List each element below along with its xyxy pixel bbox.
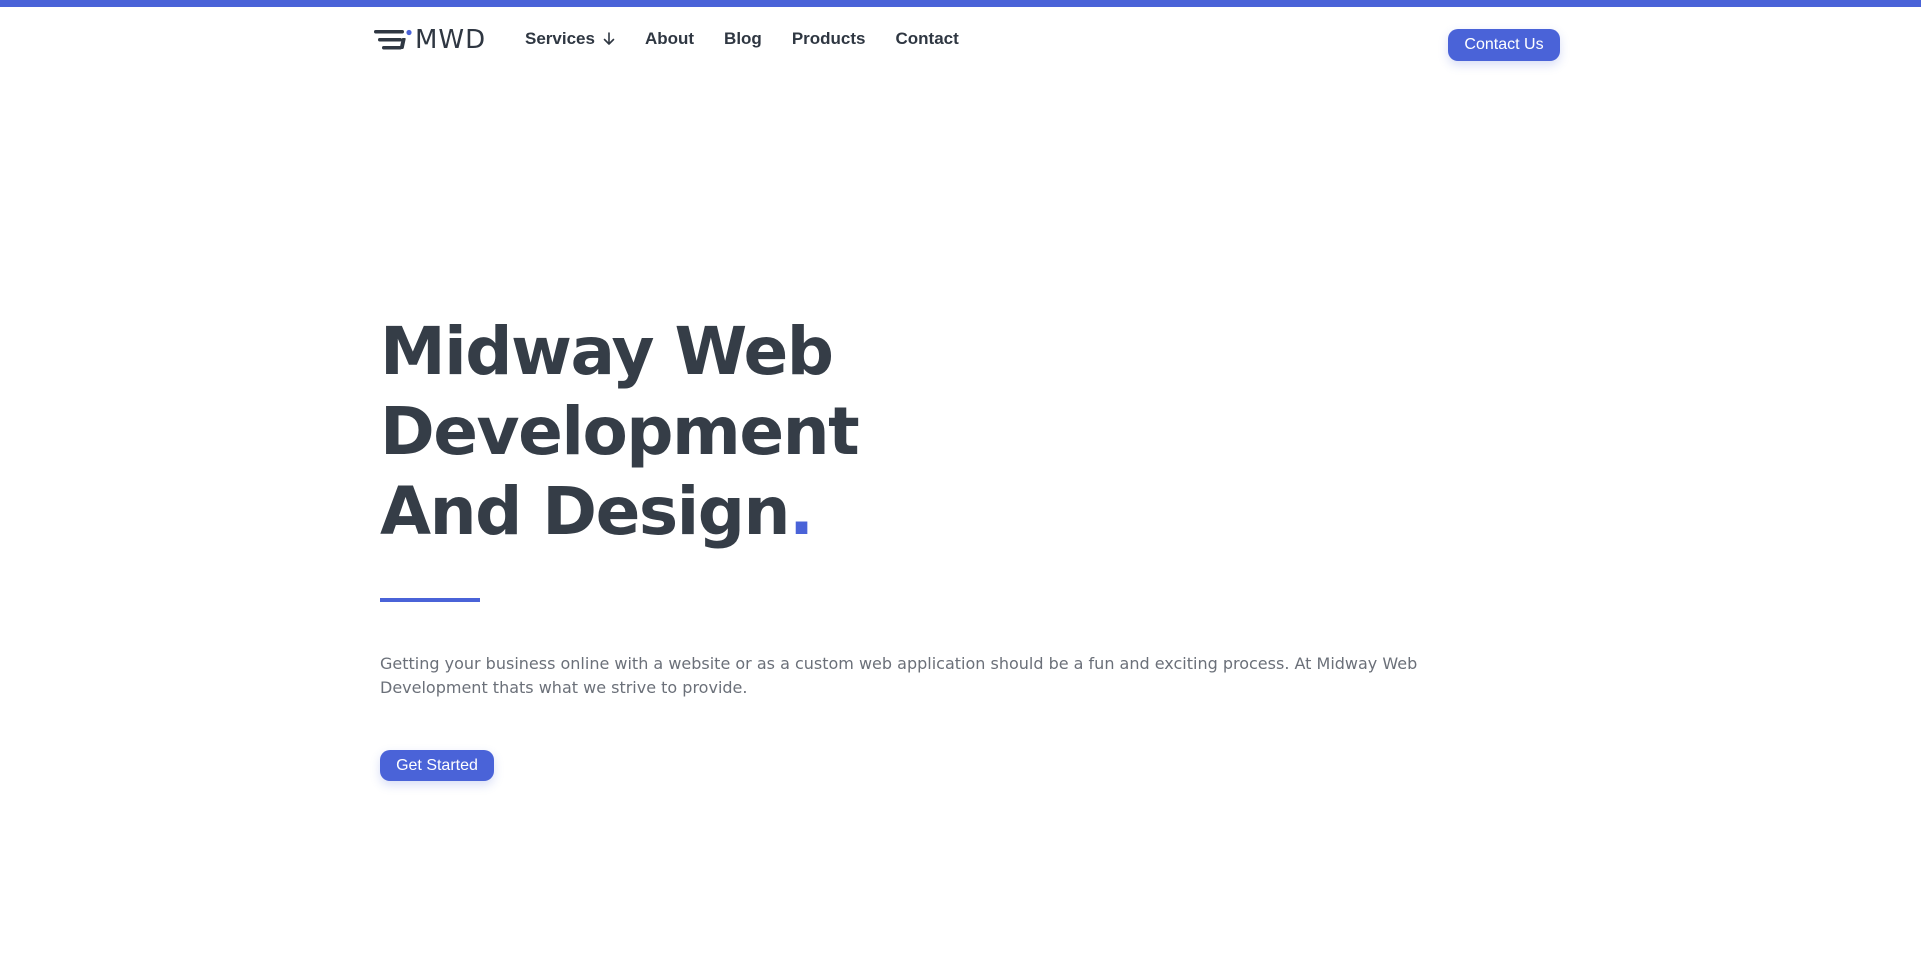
hero-title-dot: . xyxy=(788,473,814,550)
hero-title: Midway Web Development And Design. xyxy=(380,312,1020,552)
contact-us-button[interactable]: Contact Us xyxy=(1448,29,1560,61)
hero-description: Getting your business online with a webs… xyxy=(380,654,1418,697)
nav-item-services[interactable]: Services xyxy=(525,29,615,49)
nav-item-blog[interactable]: Blog xyxy=(724,29,762,49)
main-nav: Services About Blog Products Contact xyxy=(525,29,959,49)
site-header: MWD Services About Blog Products Contact… xyxy=(0,7,1921,69)
get-started-button[interactable]: Get Started xyxy=(380,750,494,781)
logo-text: MWD xyxy=(415,25,487,55)
hero-title-text: Midway Web Development And Design xyxy=(380,313,860,550)
mwd-logo-mark-icon xyxy=(374,29,412,50)
hero-divider xyxy=(380,598,480,602)
nav-item-products[interactable]: Products xyxy=(792,29,866,49)
nav-item-about[interactable]: About xyxy=(645,29,694,49)
site-logo[interactable]: MWD xyxy=(374,25,486,55)
arrow-down-icon xyxy=(603,32,615,45)
nav-item-contact[interactable]: Contact xyxy=(896,29,959,49)
nav-item-label: Services xyxy=(525,29,595,48)
top-accent-stripe xyxy=(0,0,1921,7)
